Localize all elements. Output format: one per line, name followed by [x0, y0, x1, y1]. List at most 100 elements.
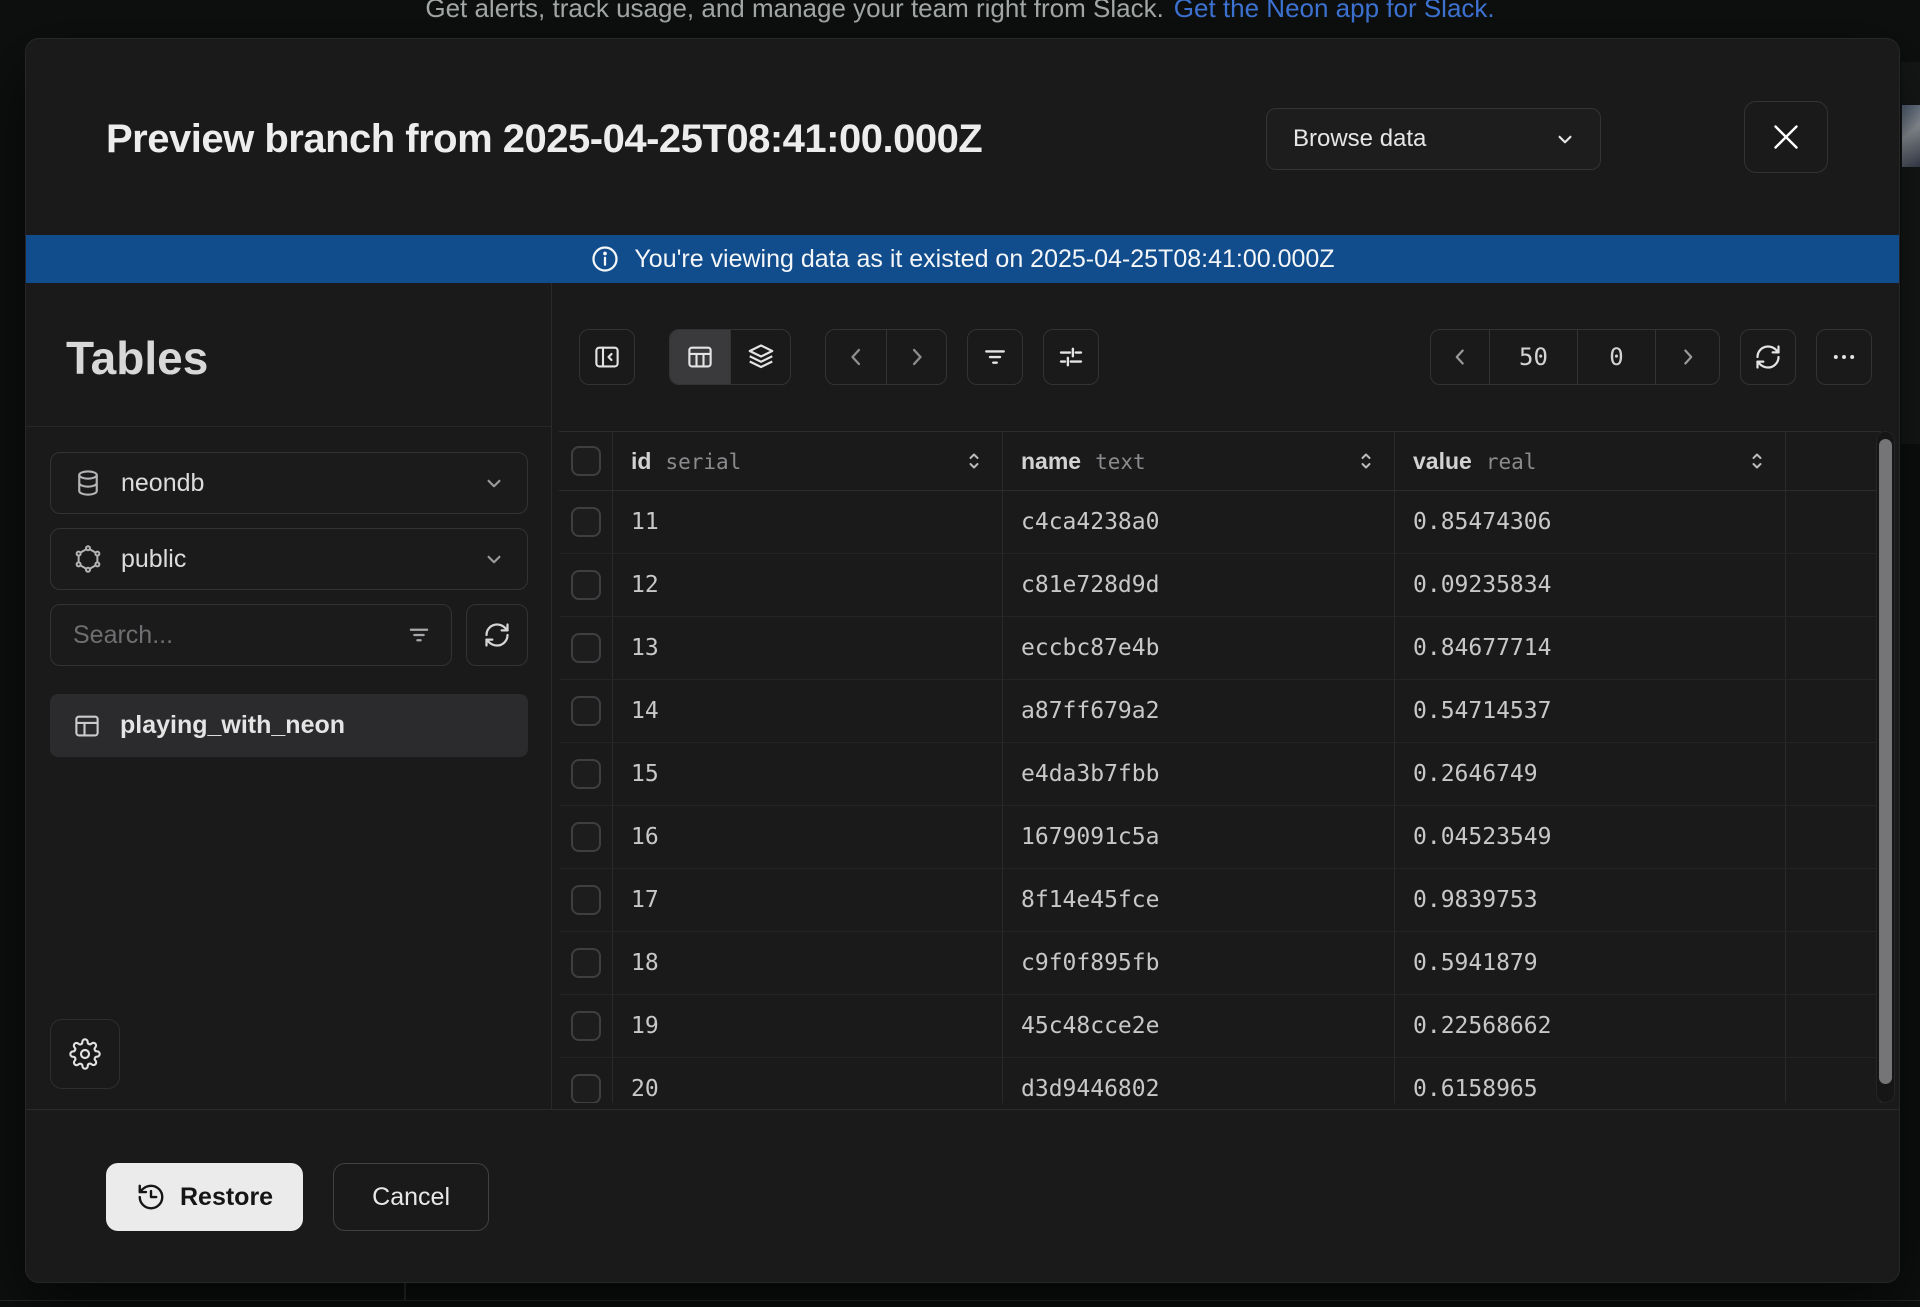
cell-id[interactable]: 14	[613, 680, 1003, 742]
row-checkbox[interactable]	[571, 1074, 601, 1103]
cell-id[interactable]: 17	[613, 869, 1003, 931]
promo-link[interactable]: Get the Neon app for Slack.	[1174, 0, 1495, 23]
cell-value[interactable]: 0.2646749	[1395, 743, 1786, 805]
cell-name[interactable]: 8f14e45fce	[1003, 869, 1395, 931]
modal-body: Tables neondb	[26, 283, 1899, 1109]
table-row[interactable]: 19 45c48cce2e 0.22568662	[559, 995, 1881, 1058]
page-offset-value[interactable]: 0	[1577, 330, 1655, 384]
sort-icon[interactable]	[1745, 449, 1769, 473]
cell-filler	[1786, 680, 1881, 742]
table-row[interactable]: 18 c9f0f895fb 0.5941879	[559, 932, 1881, 995]
search-box[interactable]	[50, 604, 452, 666]
filter-icon[interactable]	[405, 621, 433, 649]
search-input[interactable]	[73, 621, 405, 650]
page-size-value[interactable]: 50	[1489, 330, 1577, 384]
row-checkbox[interactable]	[571, 507, 601, 537]
browse-data-dropdown[interactable]: Browse data	[1266, 108, 1601, 170]
cell-id[interactable]: 20	[613, 1058, 1003, 1103]
row-checkbox[interactable]	[571, 696, 601, 726]
cell-value[interactable]: 0.5941879	[1395, 932, 1786, 994]
table-row[interactable]: 20 d3d9446802 0.6158965	[559, 1058, 1881, 1103]
cell-name[interactable]: 45c48cce2e	[1003, 995, 1395, 1057]
row-checkbox[interactable]	[571, 822, 601, 852]
vertical-scrollbar[interactable]	[1876, 431, 1895, 1103]
select-all-checkbox[interactable]	[571, 446, 601, 476]
column-settings-button[interactable]	[1043, 329, 1099, 385]
sidebar-item-playing-with-neon[interactable]: playing_with_neon	[50, 694, 528, 757]
gear-icon	[69, 1038, 101, 1070]
restore-button[interactable]: Restore	[106, 1163, 303, 1231]
cell-value[interactable]: 0.9839753	[1395, 869, 1786, 931]
refresh-tables-button[interactable]	[466, 604, 528, 666]
cell-id[interactable]: 13	[613, 617, 1003, 679]
collapse-sidebar-button[interactable]	[579, 329, 635, 385]
data-grid: idserial nametext valuerea	[559, 431, 1881, 1103]
filter-rows-button[interactable]	[967, 329, 1023, 385]
row-checkbox[interactable]	[571, 1011, 601, 1041]
cell-name[interactable]: c4ca4238a0	[1003, 491, 1395, 553]
background-divider-horizontal	[0, 1300, 1920, 1301]
nav-back-button[interactable]	[826, 330, 886, 384]
page-next-button[interactable]	[1655, 330, 1719, 384]
row-checkbox[interactable]	[571, 948, 601, 978]
database-icon	[73, 468, 103, 498]
column-header-value[interactable]: valuereal	[1395, 432, 1786, 490]
page-prev-button[interactable]	[1431, 330, 1489, 384]
table-row[interactable]: 15 e4da3b7fbb 0.2646749	[559, 743, 1881, 806]
row-checkbox-cell	[559, 806, 613, 868]
cell-name[interactable]: e4da3b7fbb	[1003, 743, 1395, 805]
cell-id[interactable]: 12	[613, 554, 1003, 616]
database-selector[interactable]: neondb	[50, 452, 528, 514]
row-checkbox[interactable]	[571, 570, 601, 600]
table-row[interactable]: 13 eccbc87e4b 0.84677714	[559, 617, 1881, 680]
table-row[interactable]: 17 8f14e45fce 0.9839753	[559, 869, 1881, 932]
nav-forward-button[interactable]	[886, 330, 946, 384]
cell-name[interactable]: c81e728d9d	[1003, 554, 1395, 616]
cell-name[interactable]: c9f0f895fb	[1003, 932, 1395, 994]
cell-name[interactable]: eccbc87e4b	[1003, 617, 1395, 679]
close-button[interactable]	[1744, 101, 1828, 173]
schema-selector[interactable]: public	[50, 528, 528, 590]
cell-id[interactable]: 16	[613, 806, 1003, 868]
restore-history-icon	[136, 1182, 166, 1212]
table-row[interactable]: 14 a87ff679a2 0.54714537	[559, 680, 1881, 743]
row-checkbox[interactable]	[571, 759, 601, 789]
row-checkbox[interactable]	[571, 633, 601, 663]
layers-icon	[746, 342, 776, 372]
cancel-button[interactable]: Cancel	[333, 1163, 489, 1231]
row-checkbox[interactable]	[571, 885, 601, 915]
cell-value[interactable]: 0.09235834	[1395, 554, 1786, 616]
table-view-button[interactable]	[670, 330, 730, 384]
cell-id[interactable]: 19	[613, 995, 1003, 1057]
cell-name[interactable]: a87ff679a2	[1003, 680, 1395, 742]
table-row[interactable]: 12 c81e728d9d 0.09235834	[559, 554, 1881, 617]
cell-id[interactable]: 18	[613, 932, 1003, 994]
cell-name[interactable]: d3d9446802	[1003, 1058, 1395, 1103]
table-row[interactable]: 11 c4ca4238a0 0.85474306	[559, 491, 1881, 554]
table-row[interactable]: 16 1679091c5a 0.04523549	[559, 806, 1881, 869]
column-name: value	[1413, 448, 1472, 474]
sort-icon[interactable]	[1354, 449, 1378, 473]
cell-value[interactable]: 0.04523549	[1395, 806, 1786, 868]
cell-value[interactable]: 0.6158965	[1395, 1058, 1786, 1103]
modal-title: Preview branch from 2025-04-25T08:41:00.…	[106, 117, 982, 162]
settings-button[interactable]	[50, 1019, 120, 1089]
cell-value[interactable]: 0.54714537	[1395, 680, 1786, 742]
cell-value[interactable]: 0.84677714	[1395, 617, 1786, 679]
cell-id[interactable]: 15	[613, 743, 1003, 805]
sort-icon[interactable]	[962, 449, 986, 473]
column-header-name[interactable]: nametext	[1003, 432, 1395, 490]
cell-filler	[1786, 554, 1881, 616]
cell-id[interactable]: 11	[613, 491, 1003, 553]
more-options-button[interactable]	[1816, 329, 1872, 385]
scrollbar-thumb[interactable]	[1879, 439, 1892, 1084]
cell-value[interactable]: 0.85474306	[1395, 491, 1786, 553]
record-view-button[interactable]	[730, 330, 790, 384]
panel-collapse-icon	[592, 342, 622, 372]
cell-value[interactable]: 0.22568662	[1395, 995, 1786, 1057]
refresh-data-button[interactable]	[1740, 329, 1796, 385]
column-header-id[interactable]: idserial	[613, 432, 1003, 490]
data-content: 50 0	[552, 283, 1899, 1109]
sliders-icon	[1056, 342, 1086, 372]
cell-name[interactable]: 1679091c5a	[1003, 806, 1395, 868]
